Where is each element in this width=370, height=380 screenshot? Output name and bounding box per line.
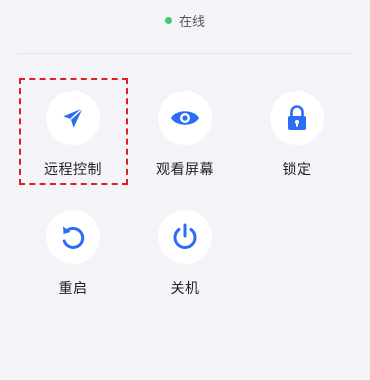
shutdown-label: 关机 [170,281,200,297]
restart-icon-circle [46,210,100,264]
status-indicator: 在线 [0,11,370,30]
restart-icon [62,226,85,249]
restart-button[interactable]: 重启 [18,210,128,298]
divider [18,53,352,54]
power-icon [173,223,197,249]
view-screen-label: 观看屏幕 [156,162,214,178]
eye-icon [171,111,199,125]
view-screen-icon-circle [158,91,212,145]
lock-icon-circle [270,91,324,145]
view-screen-button[interactable]: 观看屏幕 [130,91,240,179]
lock-label: 锁定 [282,162,312,178]
shutdown-icon-circle [158,210,212,264]
lock-icon [288,105,306,130]
status-text: 在线 [178,15,205,30]
lock-button[interactable]: 锁定 [242,91,352,179]
online-dot [164,17,172,24]
shutdown-button[interactable]: 关机 [130,210,240,298]
restart-label: 重启 [58,281,88,297]
selection-highlight [19,78,128,185]
